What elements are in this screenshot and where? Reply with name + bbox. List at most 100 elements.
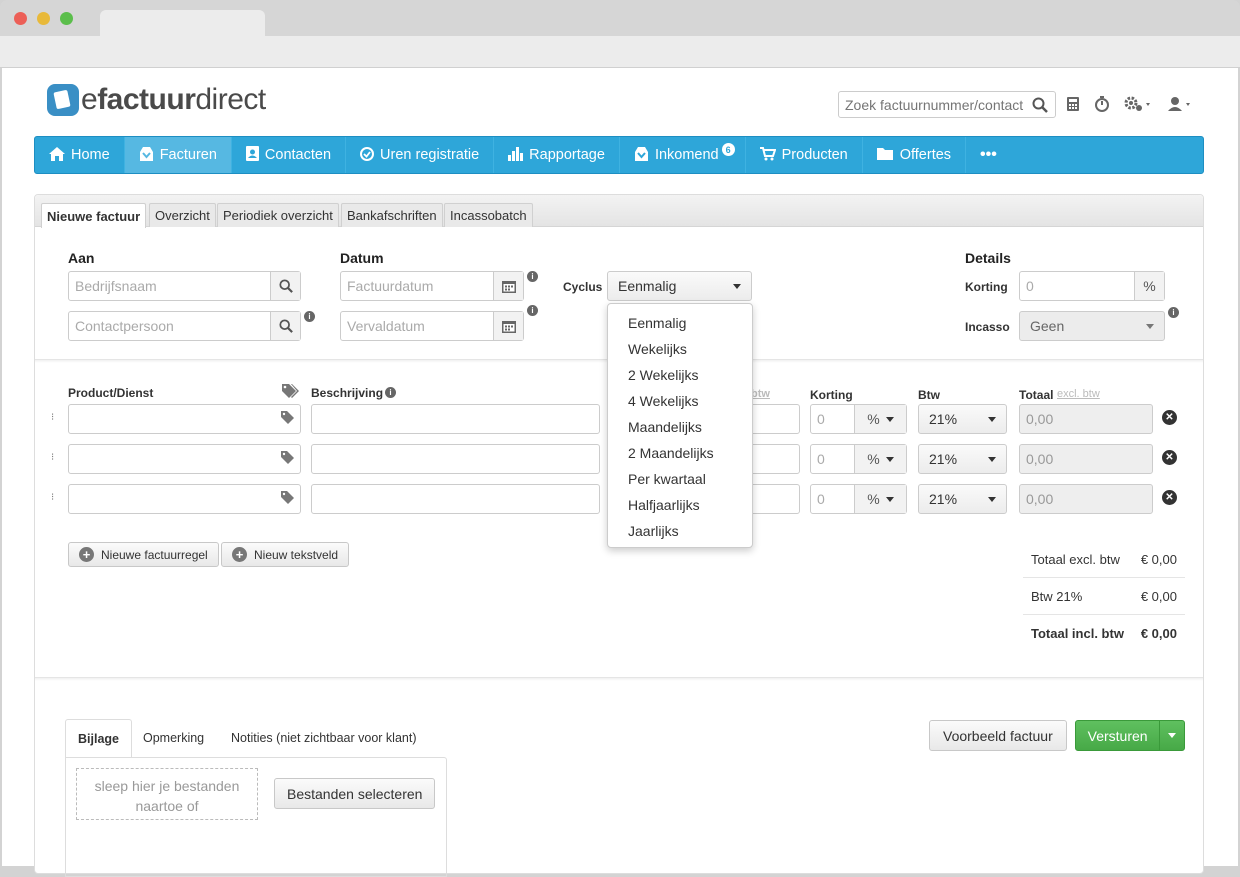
tags-icon[interactable] <box>282 384 299 402</box>
nav-item-producten[interactable]: Producten <box>746 137 863 173</box>
korting-row-field[interactable]: 0 % <box>810 404 907 434</box>
tab-opmerking[interactable]: Opmerking <box>131 719 216 757</box>
korting-field[interactable]: 0 % <box>1019 271 1165 301</box>
drag-handle-icon[interactable]: ⁝ <box>51 451 57 465</box>
btw-select[interactable]: 21% <box>918 484 1007 514</box>
stopwatch-icon[interactable] <box>1094 95 1110 117</box>
btw-select[interactable]: 21% <box>918 444 1007 474</box>
cyclus-option[interactable]: Per kwartaal <box>608 466 752 492</box>
send-button[interactable]: Versturen <box>1075 720 1185 751</box>
cyclus-option[interactable]: Halfjaarlijks <box>608 492 752 518</box>
cyclus-option[interactable]: Jaarlijks <box>608 518 752 544</box>
search-icon[interactable] <box>270 312 300 340</box>
aan-heading: Aan <box>68 250 95 266</box>
nav-item-contacten[interactable]: Contacten <box>232 137 347 173</box>
browser-tab[interactable] <box>100 10 265 36</box>
tab-periodiek-overzicht[interactable]: Periodiek overzicht <box>217 203 339 227</box>
incasso-select[interactable]: Geen <box>1019 311 1165 341</box>
btw-select[interactable]: 21% <box>918 404 1007 434</box>
korting-unit-select[interactable]: % <box>854 405 906 433</box>
info-icon[interactable]: i <box>385 387 396 398</box>
contactpersoon-field[interactable]: Contactpersoon <box>68 311 301 341</box>
totals-label: Totaal excl. btw <box>1031 551 1120 567</box>
cyclus-value: Eenmalig <box>618 278 677 294</box>
search-input[interactable] <box>839 96 1029 113</box>
tab-nieuwe-factuur[interactable]: Nieuwe factuur <box>41 203 147 228</box>
beschrijving-input[interactable] <box>311 444 600 474</box>
add-invoice-line-button[interactable]: + Nieuwe factuurregel <box>68 542 219 567</box>
tab-incassobatch[interactable]: Incassobatch <box>444 203 533 227</box>
top-icons <box>1066 95 1194 117</box>
korting-row-field[interactable]: 0 % <box>810 444 907 474</box>
beschrijving-input[interactable] <box>311 404 600 434</box>
totaal-value: 0,00 <box>1026 491 1054 507</box>
tag-icon <box>281 411 294 427</box>
nav-item-offertes[interactable]: Offertes <box>863 137 967 173</box>
info-icon[interactable]: i <box>1168 307 1179 318</box>
chevron-down-icon <box>885 416 894 422</box>
btw-header: Btw <box>918 388 940 402</box>
totaal-header: Totaal <box>1019 388 1054 402</box>
tab-bijlage[interactable]: Bijlage <box>65 719 132 757</box>
nav-item-uren-registratie[interactable]: Uren registratie <box>346 137 495 173</box>
tab-notities[interactable]: Notities (niet zichtbaar voor klant) <box>219 719 429 757</box>
cart-icon <box>759 146 777 164</box>
cyclus-option[interactable]: 4 Wekelijks <box>608 388 752 414</box>
attachment-pane: sleep hier je bestanden naartoe of Besta… <box>65 757 447 877</box>
calendar-icon[interactable] <box>493 272 523 300</box>
totaal-value: 0,00 <box>1026 411 1054 427</box>
factuurdatum-field[interactable]: Factuurdatum <box>340 271 524 301</box>
remove-row-icon[interactable]: ✕ <box>1162 410 1177 425</box>
info-icon[interactable]: i <box>304 311 315 322</box>
incasso-value: Geen <box>1030 318 1065 334</box>
send-options-dropdown[interactable] <box>1159 721 1184 750</box>
nav-item-rapportage[interactable]: Rapportage <box>494 137 620 173</box>
select-files-button[interactable]: Bestanden selecteren <box>274 778 436 809</box>
user-menu-icon[interactable] <box>1168 96 1194 117</box>
nav-item-more[interactable]: ••• <box>966 137 1011 173</box>
drag-handle-icon[interactable]: ⁝ <box>51 411 57 425</box>
excl-btw-link[interactable]: excl. btw <box>1057 388 1100 400</box>
product-input[interactable] <box>68 404 301 434</box>
product-input[interactable] <box>68 484 301 514</box>
cyclus-option[interactable]: 2 Wekelijks <box>608 362 752 388</box>
drag-handle-icon[interactable]: ⁝ <box>51 491 57 505</box>
preview-invoice-button[interactable]: Voorbeeld factuur <box>929 720 1067 751</box>
settings-gear-icon[interactable] <box>1124 96 1154 117</box>
calculator-icon[interactable] <box>1066 96 1080 117</box>
korting-unit-select[interactable]: % <box>854 485 906 513</box>
search-icon[interactable] <box>270 272 300 300</box>
cyclus-select[interactable]: Eenmalig <box>607 271 752 301</box>
maximize-window-icon[interactable] <box>60 12 73 25</box>
remove-row-icon[interactable]: ✕ <box>1162 490 1177 505</box>
bedrijfsnaam-field[interactable]: Bedrijfsnaam <box>68 271 301 301</box>
nav-item-home[interactable]: Home <box>35 137 125 173</box>
product-input[interactable] <box>68 444 301 474</box>
cyclus-dropdown-menu: Eenmalig Wekelijks 2 Wekelijks 4 Wekelij… <box>607 303 753 548</box>
file-dropzone[interactable]: sleep hier je bestanden naartoe of <box>76 768 258 820</box>
korting-row-field[interactable]: 0 % <box>810 484 907 514</box>
logo-text-direct: direct <box>195 83 266 116</box>
info-icon[interactable]: i <box>527 305 538 316</box>
add-text-field-button[interactable]: + Nieuw tekstveld <box>221 542 350 567</box>
cyclus-option[interactable]: Maandelijks <box>608 414 752 440</box>
vervaldatum-field[interactable]: Vervaldatum <box>340 311 524 341</box>
cyclus-option[interactable]: Eenmalig <box>608 310 752 336</box>
nav-item-facturen[interactable]: Facturen <box>124 137 232 173</box>
calendar-icon[interactable] <box>493 312 523 340</box>
home-icon <box>49 146 65 164</box>
remove-row-icon[interactable]: ✕ <box>1162 450 1177 465</box>
logo[interactable]: e factuur direct <box>47 83 266 117</box>
tab-overzicht[interactable]: Overzicht <box>149 203 216 227</box>
tab-bankafschriften[interactable]: Bankafschriften <box>341 203 443 227</box>
cyclus-option[interactable]: 2 Maandelijks <box>608 440 752 466</box>
search-icon[interactable] <box>1029 94 1051 116</box>
minimize-window-icon[interactable] <box>37 12 50 25</box>
close-window-icon[interactable] <box>14 12 27 25</box>
cyclus-option[interactable]: Wekelijks <box>608 336 752 362</box>
beschrijving-input[interactable] <box>311 484 600 514</box>
korting-unit-select[interactable]: % <box>854 445 906 473</box>
nav-item-inkomend[interactable]: Inkomend 6 <box>620 137 746 173</box>
info-icon[interactable]: i <box>527 271 538 282</box>
section-divider <box>35 677 1203 681</box>
